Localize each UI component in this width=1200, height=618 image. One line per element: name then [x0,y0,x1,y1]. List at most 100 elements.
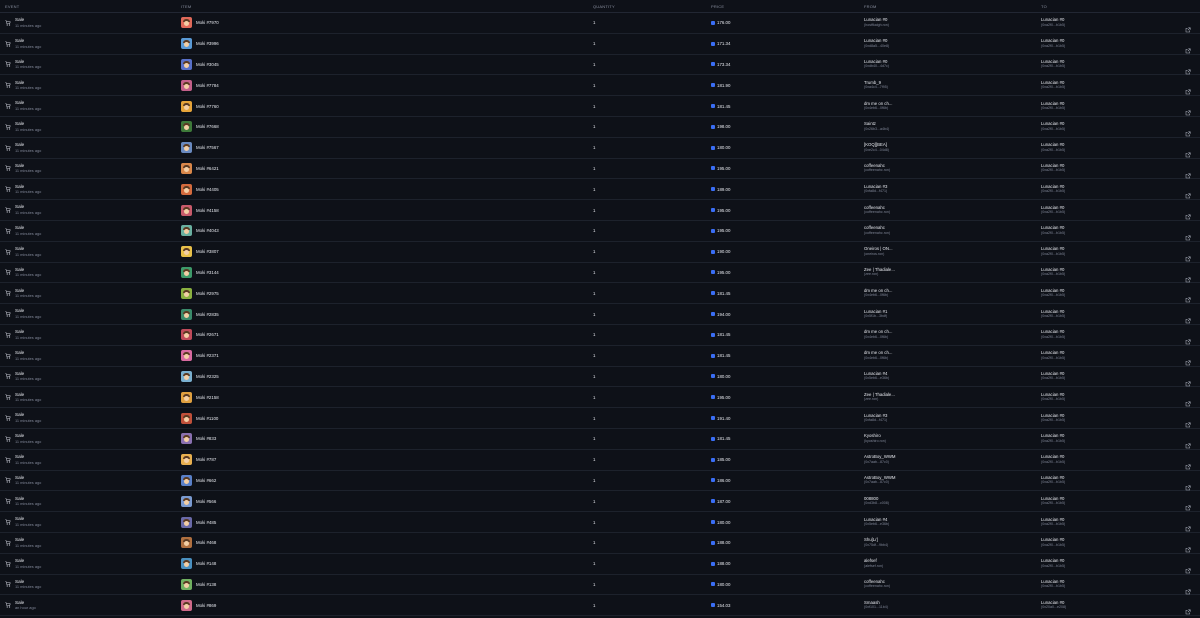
from-address[interactable]: (0x5eb6...e36b) [864,376,1041,381]
to-cell[interactable]: Lunacian #0 (0xa2f0...b1b5) [1041,38,1200,49]
item-thumbnail[interactable] [181,599,192,611]
table-row[interactable]: Sale 11 minutes ago Moki #4405 1 189.00 Lunac… [0,179,1200,201]
item-thumbnail[interactable] [181,391,192,403]
item-thumbnail[interactable] [181,454,192,466]
item-name[interactable]: Moki #468 [196,540,216,545]
to-cell[interactable]: Lunacian #0 (0xa2f0...b1b5) [1041,101,1200,112]
to-cell[interactable]: Lunacian #0 (0xa2f0...b1b5) [1041,413,1200,424]
to-address[interactable]: (0x20a0...e208) [1041,605,1200,610]
from-cell[interactable]: dm me on ch... (0x4eb6...0f6b) [864,288,1041,299]
to-cell[interactable]: Lunacian #0 (0xa2f0...b1b5) [1041,80,1200,91]
from-address[interactable]: (0xd3b8...c008) [864,501,1041,506]
external-link-icon[interactable] [1185,290,1191,303]
to-address[interactable]: (0xa2f0...b1b5) [1041,210,1200,215]
from-cell[interactable]: Shu[Lr] (0x75df...9bb4) [864,537,1041,548]
to-address[interactable]: (0xa2f0...b1b5) [1041,231,1200,236]
item-cell[interactable]: Moki #7784 [181,79,593,91]
item-cell[interactable]: Moki #2671 [181,329,593,341]
to-address[interactable]: (0xa2f0...b1b5) [1041,397,1200,402]
item-cell[interactable]: Moki #148 [181,558,593,570]
item-thumbnail[interactable] [181,370,192,382]
from-address[interactable]: (0xfa8d...f471) [864,418,1041,423]
item-thumbnail[interactable] [181,516,192,528]
table-row[interactable]: Sale 11 minutes ago Moki #7784 1 181.90 Trumb… [0,75,1200,97]
external-link-icon[interactable] [1185,602,1191,615]
item-name[interactable]: Moki #2158 [196,395,219,400]
external-link-icon[interactable] [1185,62,1191,74]
to-address[interactable]: (0xa2f0...b1b5) [1041,127,1200,132]
item-thumbnail[interactable] [181,183,192,195]
item-name[interactable]: Moki #869 [196,603,216,608]
external-link-icon[interactable] [1185,311,1191,324]
to-address[interactable]: (0xa2f0...b1b5) [1041,252,1200,257]
from-address[interactable]: (coffeenahc.ron) [864,210,1041,215]
from-cell[interactable]: Lunacian #4 (0x5eb6...e36b) [864,371,1041,382]
from-address[interactable]: (0xa4c4...7f95) [864,85,1041,90]
from-address[interactable]: (coffeenahc.ron) [864,168,1041,173]
table-row[interactable]: Sale 11 minutes ago Moki #7760 1 181.45 dm me… [0,96,1200,117]
from-address[interactable]: (0x75df...9bb4) [864,543,1041,548]
external-link-icon[interactable] [1185,124,1191,137]
to-address[interactable]: (0xa2f0...b1b5) [1041,23,1200,28]
item-name[interactable]: Moki #2325 [196,374,219,379]
item-name[interactable]: Moki #833 [196,436,216,441]
from-address[interactable]: (kyoshiro.ron) [864,439,1041,444]
table-row[interactable]: Sale 11 minutes ago Moki #2835 1 194.00 Lunac… [0,304,1200,325]
item-thumbnail[interactable] [181,578,192,590]
item-cell[interactable]: Moki #4043 [181,225,593,237]
from-address[interactable]: (zee.ron) [864,272,1041,277]
item-cell[interactable]: Moki #7970 [181,17,593,29]
item-cell[interactable]: Moki #869 [181,599,593,611]
to-cell[interactable]: Lunacian #0 (0xa2f0...b1b5) [1041,475,1200,486]
table-row[interactable]: Sale 11 minutes ago Moki #3144 1 195.00 Zee |… [0,263,1200,284]
from-cell[interactable]: Oneiros | ON... (oneiros.ron) [864,246,1041,257]
external-link-icon[interactable] [1185,103,1191,116]
external-link-icon[interactable] [1185,332,1191,345]
item-thumbnail[interactable] [181,558,192,570]
table-row[interactable]: Sale 11 minutes ago Moki #1100 1 191.40 Lunac… [0,408,1200,429]
from-cell[interactable]: [KOQ][BEA] (0xe2c4...04d8) [864,142,1041,153]
from-cell[interactable]: Lunacian #4 (0x5eb6...e36b) [864,517,1041,528]
to-address[interactable]: (0xa2f0...b1b5) [1041,543,1200,548]
table-row[interactable]: Sale 11 minutes ago Moki #662 1 186.00 AstroB… [0,471,1200,492]
from-address[interactable]: (0xdb40...4d7c) [864,64,1041,69]
item-name[interactable]: Moki #138 [196,582,216,587]
item-name[interactable]: Moki #3144 [196,270,219,275]
external-link-icon[interactable] [1185,561,1191,573]
from-cell[interactable]: AstroBoy_WWM (0x7aab...87c0) [864,454,1041,465]
to-address[interactable]: (0xa2f0...b1b5) [1041,64,1200,69]
from-cell[interactable]: Lunacian #3 (0xfa8d...f471) [864,184,1041,195]
from-address[interactable]: (0x4eb6...0f6b) [864,293,1041,298]
table-row[interactable]: Sale 11 minutes ago Moki #833 1 181.45 Kyoshi… [0,429,1200,450]
item-cell[interactable]: Moki #2975 [181,287,593,299]
to-address[interactable]: (0xa2f0...b1b5) [1041,189,1200,194]
from-cell[interactable]: coffeenahc (coffeenahc.ron) [864,205,1041,216]
table-row[interactable]: Sale 11 minutes ago Moki #3045 1 173.34 Lunac… [0,55,1200,76]
item-thumbnail[interactable] [181,266,192,278]
item-name[interactable]: Moki #3045 [196,62,219,67]
to-cell[interactable]: Lunacian #0 (0xa2f0...b1b5) [1041,371,1200,382]
to-address[interactable]: (0xa2f0...b1b5) [1041,356,1200,361]
from-cell[interactable]: coffeenahc (coffeenahc.ron) [864,163,1041,174]
item-cell[interactable]: Moki #4158 [181,204,593,216]
from-cell[interactable]: coffeenahc (coffeenahc.ron) [864,225,1041,236]
table-row[interactable]: Sale 11 minutes ago Moki #787 1 185.00 AstroB… [0,450,1200,471]
external-link-icon[interactable] [1185,436,1191,449]
to-address[interactable]: (0xa2f0...b1b5) [1041,376,1200,381]
table-row[interactable]: Sale 11 minutes ago Moki #468 1 188.00 Shu[Lr… [0,533,1200,554]
item-name[interactable]: Moki #148 [196,561,216,566]
item-thumbnail[interactable] [181,287,192,299]
to-address[interactable]: (0xa2f0...b1b5) [1041,106,1200,111]
from-cell[interactable]: Trumb_9 (0xa4c4...7f95) [864,80,1041,91]
to-cell[interactable]: Lunacian #0 (0xa2f0...b1b5) [1041,517,1200,528]
to-cell[interactable]: Lunacian #0 (0xa2f0...b1b5) [1041,558,1200,569]
from-address[interactable]: (0xfa8d...f471) [864,189,1041,194]
item-thumbnail[interactable] [181,246,192,258]
to-address[interactable]: (0xa2f0...b1b5) [1041,439,1200,444]
from-address[interactable]: (0x4eb6...0f6b) [864,356,1041,361]
item-cell[interactable]: Moki #138 [181,578,593,590]
table-row[interactable]: Sale 11 minutes ago Moki #2158 1 195.00 Zee |… [0,387,1200,409]
to-cell[interactable]: Lunacian #0 (0xa2f0...b1b5) [1041,163,1200,174]
to-address[interactable]: (0xa2f0...b1b5) [1041,584,1200,589]
item-thumbnail[interactable] [181,142,192,154]
